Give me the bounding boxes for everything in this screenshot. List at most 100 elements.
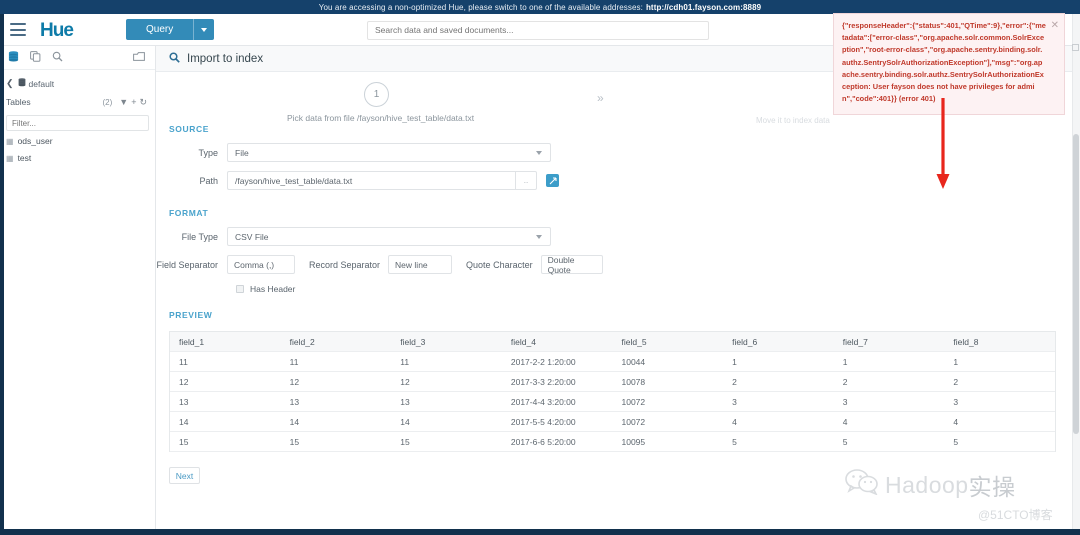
- column-header: field_2: [289, 336, 315, 347]
- table-cell: 13: [400, 396, 410, 407]
- has-header-label: Has Header: [250, 284, 296, 294]
- table-cell: 2017-4-4 3:20:00: [510, 396, 576, 407]
- table-cell: 3: [953, 396, 959, 407]
- folder-icon[interactable]: [133, 50, 145, 66]
- table-cell: 10044: [621, 356, 646, 367]
- next-button[interactable]: Next: [169, 467, 200, 484]
- non-optimized-warning-banner: You are accessing a non-optimized Hue, p…: [0, 0, 1080, 14]
- database-small-icon: [18, 78, 26, 89]
- preview-section-label: PREVIEW: [169, 310, 213, 320]
- browse-button[interactable]: ..: [515, 171, 537, 190]
- banner-url[interactable]: http://cdh01.fayson.com:8889: [646, 3, 761, 12]
- column-header: field_5: [621, 336, 647, 347]
- breadcrumb-database-name[interactable]: default: [29, 79, 55, 89]
- table-cell: 12: [179, 376, 189, 387]
- breadcrumb[interactable]: ❮ default: [0, 74, 155, 93]
- table-cell: 15: [179, 436, 189, 447]
- table-cell: 10072: [621, 416, 646, 427]
- column-header: field_8: [953, 336, 979, 347]
- table-cell: 10078: [621, 376, 646, 387]
- query-dropdown-toggle[interactable]: [193, 19, 214, 40]
- type-select[interactable]: File: [227, 143, 551, 162]
- path-input[interactable]: [227, 171, 515, 190]
- table-filter-input[interactable]: [6, 115, 149, 131]
- file-type-row: File Type CSV File: [156, 227, 1080, 246]
- next-step-hint: Move it to index data: [756, 116, 830, 125]
- table-cell: 5: [842, 436, 848, 447]
- chevron-down-icon: [536, 150, 542, 155]
- has-header-checkbox[interactable]: [236, 285, 244, 293]
- popup-scroll-marker[interactable]: [1072, 44, 1079, 51]
- table-cell: 13: [289, 396, 300, 407]
- error-message: {"responseHeader":{"status":401,"QTime":…: [842, 21, 1046, 104]
- field-separator-select[interactable]: Comma (,): [227, 255, 295, 274]
- table-cell: 14: [289, 416, 300, 427]
- search-icon[interactable]: [52, 50, 63, 66]
- column-header: field_7: [842, 336, 868, 347]
- table-cell: 1: [732, 356, 737, 367]
- hdfs-browse-icon[interactable]: [546, 174, 559, 187]
- path-label: Path: [199, 175, 218, 186]
- filter-icon[interactable]: ▼: [119, 97, 128, 107]
- chevron-double-right-icon[interactable]: »: [597, 91, 604, 105]
- banner-text: You are accessing a non-optimized Hue, p…: [318, 2, 643, 12]
- main-body: ❮ default Tables (2) ▼ + ↻ Filter... ▦ o…: [0, 46, 1080, 535]
- table-cell: 13: [179, 396, 189, 407]
- tables-count: (2): [102, 97, 113, 107]
- list-item[interactable]: ▦ ods_user: [0, 134, 155, 148]
- page-scrollbar[interactable]: [1072, 14, 1080, 535]
- search-input[interactable]: [367, 20, 709, 40]
- table-cell: 3: [732, 396, 737, 407]
- table-cell: 11: [400, 356, 410, 367]
- table-icon: ▦: [6, 136, 14, 146]
- field-separator-label: Field Separator: [156, 259, 218, 270]
- left-assist-panel: ❮ default Tables (2) ▼ + ↻ Filter... ▦ o…: [0, 46, 156, 535]
- red-down-arrow: [936, 98, 950, 189]
- search-icon: [169, 50, 180, 68]
- plus-icon[interactable]: +: [131, 97, 136, 107]
- step-caption: Pick data from file /fayson/hive_test_ta…: [287, 113, 475, 123]
- refresh-icon[interactable]: ↻: [139, 97, 147, 108]
- field-separator-value: Comma (,): [234, 259, 275, 270]
- table-cell: 5: [953, 436, 959, 447]
- chevron-left-icon[interactable]: ❮: [6, 78, 14, 89]
- list-item[interactable]: ▦ test: [0, 151, 155, 165]
- table-row: 13 13 13 2017-4-4 3:20:00 10072 3 3 3: [170, 392, 1055, 412]
- tables-label: Tables: [6, 97, 31, 107]
- column-header: field_3: [400, 336, 426, 347]
- table-cell: 2017-5-5 4:20:00: [510, 416, 576, 427]
- quote-character-select[interactable]: Double Quote: [540, 255, 603, 275]
- chevron-down-icon: [201, 27, 208, 32]
- hue-logo-icon: Hue: [40, 20, 74, 40]
- type-label: Type: [198, 147, 218, 158]
- table-cell: 14: [179, 416, 189, 427]
- documents-icon[interactable]: [30, 50, 41, 66]
- assist-icon-bar: [0, 46, 155, 70]
- table-cell: 4: [953, 416, 959, 427]
- hamburger-icon[interactable]: [10, 23, 26, 36]
- table-cell: 14: [400, 416, 410, 427]
- table-row: 14 14 14 2017-5-5 4:20:00 10072 4 4 4: [170, 412, 1055, 432]
- hue-logo[interactable]: Hue: [40, 20, 98, 40]
- table-cell: 15: [400, 436, 410, 447]
- record-separator-select[interactable]: New line: [388, 255, 453, 274]
- has-header-row[interactable]: Has Header: [236, 284, 1080, 294]
- column-header: field_4: [510, 336, 536, 347]
- page-title: Import to index: [187, 52, 264, 65]
- database-icon[interactable]: [8, 50, 19, 66]
- table-cell: 12: [400, 376, 410, 387]
- close-icon[interactable]: ✕: [1051, 18, 1059, 35]
- scrollbar-thumb[interactable]: [1073, 134, 1079, 434]
- table-cell: 10095: [621, 436, 646, 447]
- record-separator-value: New line: [395, 259, 428, 270]
- table-row: 11 11 11 2017-2-2 1:20:00 10044 1 1 1: [170, 352, 1055, 372]
- window-bottom-edge: [0, 529, 1080, 535]
- column-header: field_1: [179, 336, 205, 347]
- step-number-badge: 1: [364, 82, 389, 107]
- table-cell: 12: [289, 376, 300, 387]
- file-type-select[interactable]: CSV File: [227, 227, 551, 246]
- table-cell: 15: [289, 436, 300, 447]
- query-button-label: Query: [146, 24, 174, 35]
- svg-text:Hue: Hue: [40, 20, 73, 40]
- query-button[interactable]: Query: [126, 19, 215, 40]
